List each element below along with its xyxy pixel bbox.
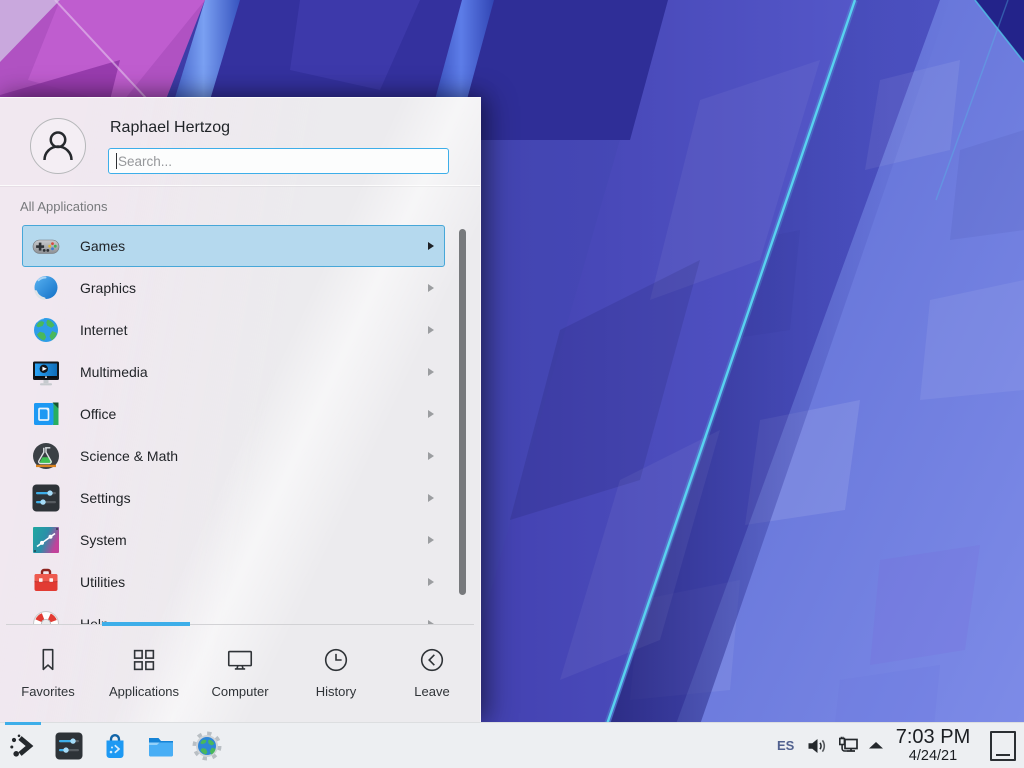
header-separator — [0, 185, 480, 186]
volume-icon[interactable] — [805, 734, 829, 758]
clock-time: 7:03 PM — [887, 726, 979, 748]
category-label: Games — [80, 238, 428, 254]
list-scrollbar[interactable] — [459, 229, 466, 595]
section-label: All Applications — [20, 199, 107, 214]
system-settings-icon[interactable] — [53, 730, 85, 762]
network-icon[interactable] — [836, 734, 860, 758]
category-row-settings[interactable]: Settings — [22, 477, 445, 519]
submenu-arrow-icon — [428, 452, 434, 460]
user-name: Raphael Hertzog — [110, 119, 230, 137]
category-row-science-math[interactable]: Science & Math — [22, 435, 445, 477]
clock-icon — [321, 645, 351, 675]
submenu-arrow-icon — [428, 578, 434, 586]
category-row-graphics[interactable]: Graphics — [22, 267, 445, 309]
category-row-games[interactable]: Games — [22, 225, 445, 267]
office-icon — [30, 398, 62, 430]
clock-widget[interactable]: 7:03 PM 4/24/21 — [887, 726, 979, 765]
user-icon — [31, 119, 85, 173]
submenu-arrow-icon — [428, 410, 434, 418]
submenu-arrow-icon — [428, 242, 434, 250]
category-row-office[interactable]: Office — [22, 393, 445, 435]
submenu-arrow-icon — [428, 284, 434, 292]
category-row-internet[interactable]: Internet — [22, 309, 445, 351]
multimedia-icon — [30, 356, 62, 388]
category-label: Settings — [80, 490, 428, 506]
utilities-icon — [30, 566, 62, 598]
keyboard-layout-indicator[interactable]: ES — [777, 738, 794, 753]
tab-label: Computer — [211, 684, 268, 699]
tab-label: History — [316, 684, 356, 699]
launcher-tabbar: Favorites Applications Computer — [0, 627, 480, 723]
user-avatar[interactable] — [30, 118, 86, 174]
submenu-arrow-icon — [428, 368, 434, 376]
category-row-multimedia[interactable]: Multimedia — [22, 351, 445, 393]
graphics-icon — [30, 272, 62, 304]
submenu-arrow-icon — [428, 326, 434, 334]
discover-icon[interactable] — [99, 730, 131, 762]
tab-favorites[interactable]: Favorites — [0, 645, 96, 723]
submenu-arrow-icon — [428, 536, 434, 544]
tab-leave[interactable]: Leave — [384, 645, 480, 723]
taskbar-panel: ES 7:03 PM 4/24/21 — [0, 722, 1024, 768]
gamepad-icon — [30, 230, 62, 262]
category-label: Graphics — [80, 280, 428, 296]
tab-computer[interactable]: Computer — [192, 645, 288, 723]
konqueror-globe-icon[interactable] — [191, 730, 223, 762]
category-label: Office — [80, 406, 428, 422]
tab-applications[interactable]: Applications — [96, 645, 192, 723]
category-row-utilities[interactable]: Utilities — [22, 561, 445, 603]
category-row-system[interactable]: System — [22, 519, 445, 561]
submenu-arrow-icon — [428, 494, 434, 502]
category-label: System — [80, 532, 428, 548]
desktop-screen: Raphael Hertzog All Applications — [0, 0, 1024, 768]
kde-launcher-icon[interactable] — [6, 730, 38, 762]
system-icon — [30, 524, 62, 556]
lifebuoy-icon — [30, 608, 62, 624]
clock-date: 4/24/21 — [887, 748, 979, 765]
active-tab-indicator — [102, 622, 190, 626]
category-label: Multimedia — [80, 364, 428, 380]
tab-label: Leave — [414, 684, 449, 699]
search-field-wrap — [108, 148, 449, 174]
tab-history[interactable]: History — [288, 645, 384, 723]
category-label: Internet — [80, 322, 428, 338]
science-icon — [30, 440, 62, 472]
show-desktop-bar — [996, 754, 1010, 756]
tray-expander-caret-icon[interactable] — [866, 734, 886, 758]
grid-icon — [129, 645, 159, 675]
bookmark-icon — [33, 645, 63, 675]
dolphin-folder-icon[interactable] — [145, 730, 177, 762]
text-caret — [116, 153, 117, 169]
application-launcher-menu: Raphael Hertzog All Applications — [0, 97, 481, 722]
globe-icon — [30, 314, 62, 346]
search-input[interactable] — [108, 148, 449, 174]
category-label: Science & Math — [80, 448, 428, 464]
tab-label: Favorites — [21, 684, 74, 699]
tab-label: Applications — [109, 684, 179, 699]
list-tabbar-separator — [6, 624, 474, 625]
launcher-active-indicator — [5, 722, 41, 725]
category-row-help[interactable]: Help — [22, 603, 445, 624]
settings-icon — [30, 482, 62, 514]
category-label: Utilities — [80, 574, 428, 590]
monitor-icon — [225, 645, 255, 675]
show-desktop-icon[interactable] — [990, 731, 1016, 761]
category-list: Games Graphics — [22, 225, 445, 624]
leave-icon — [417, 645, 447, 675]
